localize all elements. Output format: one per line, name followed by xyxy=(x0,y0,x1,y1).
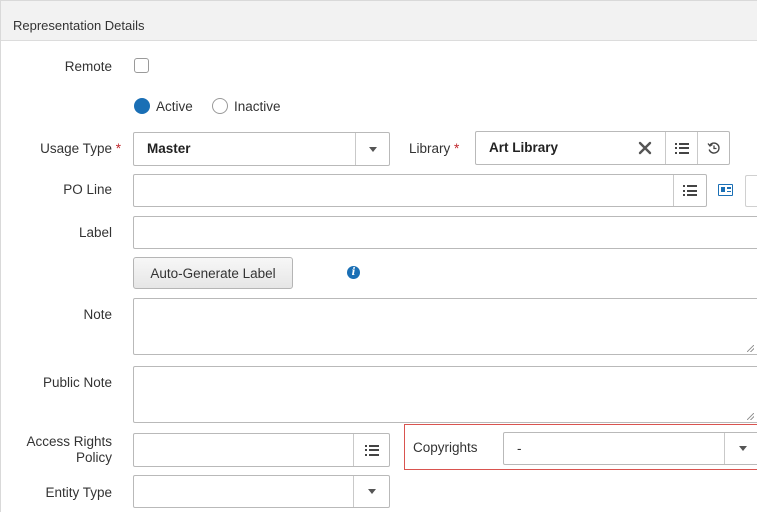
access-rights-policy-input[interactable] xyxy=(133,433,390,467)
library-field[interactable]: Art Library xyxy=(475,131,730,165)
entity-type-dropdown-button[interactable] xyxy=(353,476,389,507)
representation-details-panel: Representation Details Remote Active Ina… xyxy=(0,0,757,512)
list-icon xyxy=(674,142,689,154)
usage-type-dropdown-button[interactable] xyxy=(355,133,389,165)
active-radio[interactable] xyxy=(134,98,150,114)
inactive-radio-label: Inactive xyxy=(234,99,281,114)
chevron-down-icon xyxy=(368,146,377,152)
po-line-label: PO Line xyxy=(63,182,112,197)
history-icon xyxy=(706,142,720,154)
access-rights-policy-label: Access Rights Policy xyxy=(26,434,112,465)
public-note-textarea[interactable] xyxy=(133,366,757,423)
copyrights-select[interactable]: - xyxy=(503,432,757,465)
inactive-radio[interactable] xyxy=(212,98,228,114)
clear-icon[interactable] xyxy=(638,140,652,156)
resize-handle[interactable] xyxy=(747,413,754,420)
list-icon xyxy=(364,444,379,456)
entity-type-label: Entity Type xyxy=(45,485,112,500)
copyrights-dropdown-button[interactable] xyxy=(724,433,757,464)
copyrights-value: - xyxy=(517,441,522,456)
remote-label: Remote xyxy=(64,59,112,74)
po-line-list-button[interactable] xyxy=(673,175,706,206)
section-title: Representation Details xyxy=(13,18,145,33)
library-history-button[interactable] xyxy=(697,132,729,164)
po-line-details-icon[interactable] xyxy=(718,184,733,196)
note-label: Note xyxy=(83,307,112,322)
list-icon xyxy=(683,185,697,196)
info-icon[interactable]: i xyxy=(347,266,360,279)
library-label: Library * xyxy=(409,141,460,156)
resize-handle[interactable] xyxy=(747,345,754,352)
chevron-down-icon xyxy=(738,446,747,451)
label-input[interactable] xyxy=(133,216,757,249)
label-field-label: Label xyxy=(78,225,112,240)
library-value: Art Library xyxy=(489,140,559,155)
note-textarea[interactable] xyxy=(133,298,757,355)
required-marker: * xyxy=(115,141,121,156)
access-rights-list-button[interactable] xyxy=(353,434,389,466)
po-line-extra-button[interactable] xyxy=(745,175,757,207)
chevron-down-icon xyxy=(367,489,376,494)
section-header: Representation Details xyxy=(1,1,757,41)
auto-generate-label-button[interactable]: Auto-Generate Label xyxy=(133,257,293,289)
po-line-input[interactable] xyxy=(133,174,707,207)
copyrights-label: Copyrights xyxy=(413,440,478,455)
usage-type-value: Master xyxy=(147,141,191,156)
entity-type-select[interactable] xyxy=(133,475,390,508)
active-radio-label: Active xyxy=(156,99,193,114)
copyrights-group: Copyrights - xyxy=(404,424,757,470)
usage-type-select[interactable]: Master xyxy=(133,132,390,166)
required-marker: * xyxy=(454,141,460,156)
library-list-button[interactable] xyxy=(665,132,697,164)
usage-type-label: Usage Type * xyxy=(40,141,121,156)
public-note-label: Public Note xyxy=(42,375,112,390)
remote-checkbox[interactable] xyxy=(134,58,149,73)
